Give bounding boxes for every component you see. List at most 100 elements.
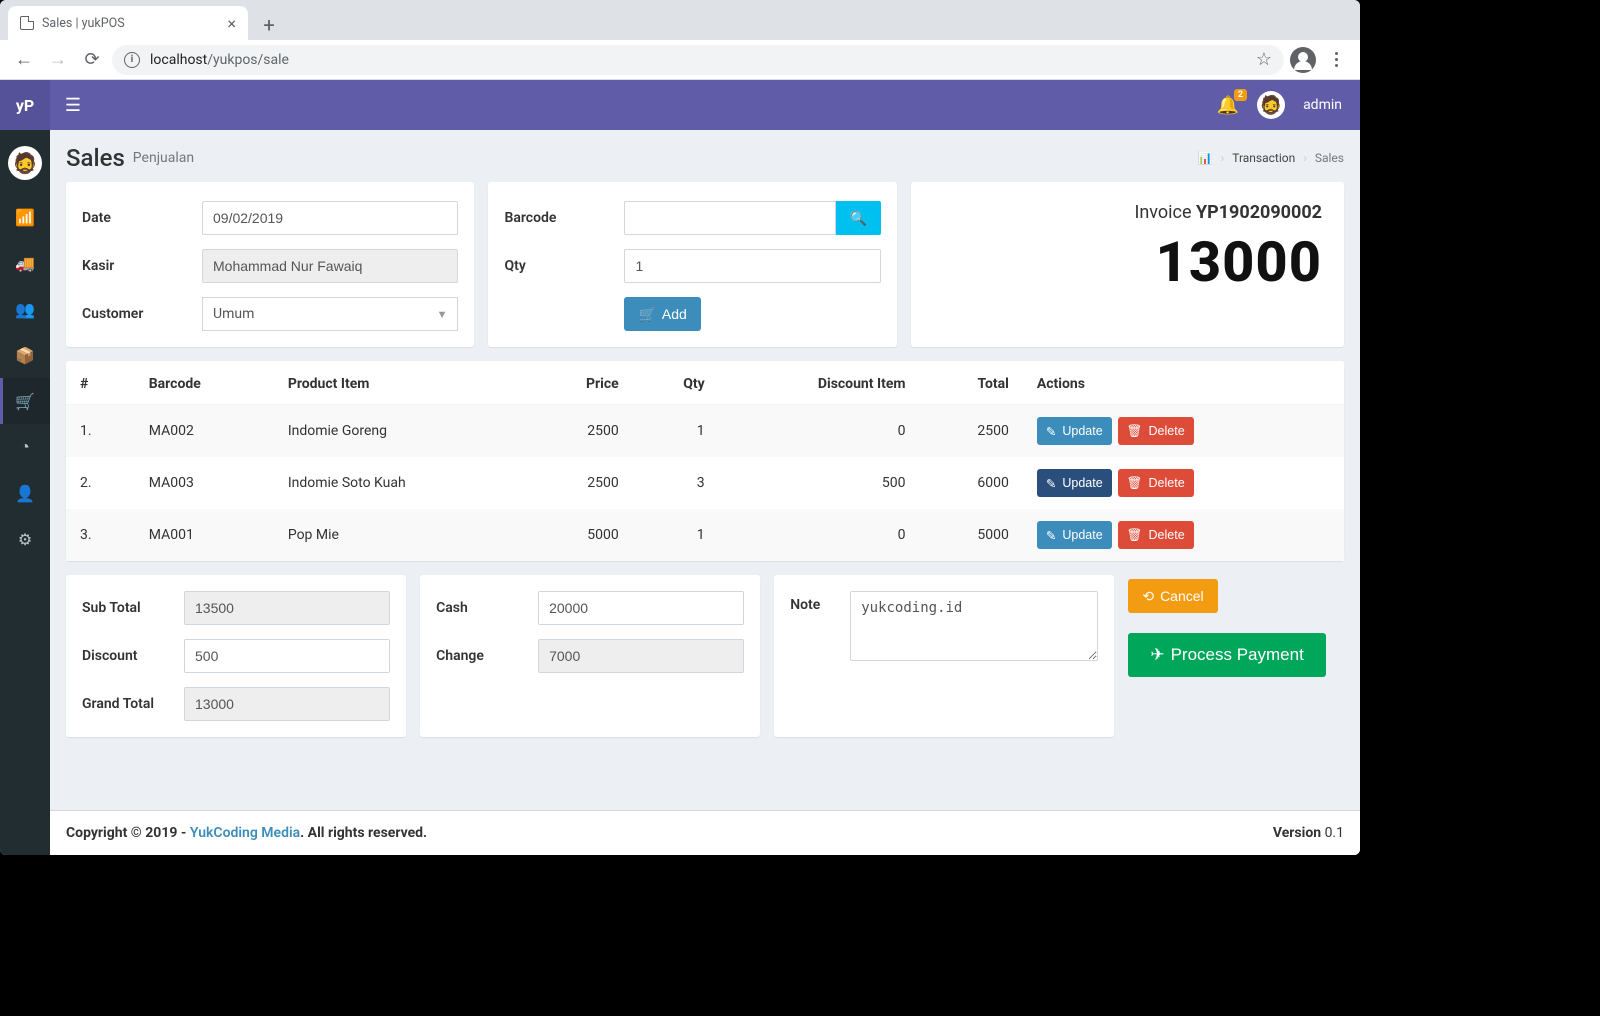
table-cell: 2. [66,457,135,509]
new-tab-button[interactable]: + [254,10,284,40]
invoice-number: YP1902090002 [1196,202,1322,223]
update-button[interactable]: ✎ Update [1037,417,1112,445]
dashboard-icon[interactable]: 📊 [1198,151,1213,165]
process-button-label: Process Payment [1171,645,1304,665]
browser-toolbar: ← → ⟳ i localhost/yukpos/sale ☆ [0,40,1360,80]
table-header: Discount Item [719,364,920,405]
add-item-button[interactable]: 🛒 Add [624,297,700,331]
table-header: Product Item [274,364,527,405]
change-input [538,639,744,673]
page-title: Sales [66,144,125,172]
table-cell: Indomie Soto Kuah [274,457,527,509]
footer-brand-link[interactable]: YukCoding Media [190,825,300,841]
search-icon: 🔍 [850,210,867,227]
forward-button[interactable]: → [44,46,72,74]
process-payment-button[interactable]: ✈ Process Payment [1128,633,1325,677]
user-name[interactable]: admin [1303,97,1342,113]
note-textarea[interactable]: yukcoding.id [850,591,1098,661]
site-info-icon[interactable]: i [124,52,140,68]
bookmark-star-icon[interactable]: ☆ [1256,49,1272,70]
browser-tab[interactable]: Sales | yukPOS × [8,6,248,40]
barcode-search-button[interactable]: 🔍 [836,201,881,235]
date-input[interactable] [202,201,458,235]
pencil-icon: ✎ [1046,424,1056,439]
table-header: Actions [1023,364,1344,405]
cancel-button[interactable]: ⟲ Cancel [1128,579,1217,613]
subtotal-input [184,591,390,625]
notifications-count: 2 [1234,89,1247,101]
sidebar-product-icon[interactable]: 📦 [0,332,50,378]
trash-icon: 🗑 [1127,528,1143,543]
footer-version-label: Version [1273,825,1325,841]
sidebar-supplier-icon[interactable]: 🚚 [0,240,50,286]
cancel-button-label: Cancel [1160,588,1204,604]
app-logo[interactable]: yP [0,80,50,130]
user-avatar[interactable]: 🧔 [1257,91,1285,119]
table-cell: 5000 [920,509,1023,561]
delete-button[interactable]: 🗑 Delete [1118,469,1194,497]
sidebar-avatar[interactable]: 🧔 [8,146,42,180]
pencil-icon: ✎ [1046,476,1056,491]
browser-tabstrip: Sales | yukPOS × + [0,0,1360,40]
app-topbar: yP ☰ 🔔2 🧔 admin [0,80,1360,130]
cash-input[interactable] [538,591,744,625]
chevron-down-icon: ▼ [437,308,448,321]
trash-icon: 🗑 [1127,476,1143,491]
subtotal-label: Sub Total [82,600,174,616]
table-header: Price [527,364,632,405]
table-cell: 5000 [527,509,632,561]
table-cell: MA002 [135,405,274,458]
table-cell: 3. [66,509,135,561]
table-row: 2.MA003Indomie Soto Kuah250035006000✎ Up… [66,457,1344,509]
date-label: Date [82,210,192,226]
sidebar-settings-icon[interactable]: ⚙ [0,516,50,562]
sidebar-toggle-button[interactable]: ☰ [50,80,96,130]
table-cell: 2500 [920,405,1023,458]
tab-close-icon[interactable]: × [227,14,236,33]
cash-label: Cash [436,600,528,616]
table-cell: 0 [719,405,920,458]
update-button[interactable]: ✎ Update [1037,521,1112,549]
address-bar[interactable]: i localhost/yukpos/sale ☆ [112,45,1284,75]
discount-input[interactable] [184,639,390,673]
sidebar-dashboard-icon[interactable]: 📶 [0,194,50,240]
notifications-button[interactable]: 🔔2 [1217,95,1239,116]
actions-cell: ✎ Update🗑 Delete [1023,405,1344,458]
sidebar: 🧔 📶 🚚 👥 📦 🛒 ◔ 👤 ⚙ [0,130,50,855]
invoice-total: 13000 [933,229,1322,295]
sidebar-sales-icon[interactable]: 🛒 [0,378,50,424]
barcode-input[interactable] [624,201,835,235]
qty-label: Qty [504,258,614,274]
reload-button[interactable]: ⟳ [78,46,106,74]
barcode-label: Barcode [504,210,614,226]
change-label: Change [436,648,528,664]
table-cell: Pop Mie [274,509,527,561]
update-button[interactable]: ✎ Update [1037,469,1112,497]
sidebar-user-icon[interactable]: 👤 [0,470,50,516]
table-header: Qty [633,364,719,405]
browser-profile-icon[interactable] [1290,47,1316,73]
sidebar-report-icon[interactable]: ◔ [0,424,50,470]
browser-menu-button[interactable] [1322,46,1350,74]
grandtotal-input [184,687,390,721]
table-cell: 6000 [920,457,1023,509]
discount-label: Discount [82,648,174,664]
sidebar-customer-icon[interactable]: 👥 [0,286,50,332]
refresh-icon: ⟲ [1142,588,1154,605]
trash-icon: 🗑 [1127,424,1143,439]
actions-cell: ✎ Update🗑 Delete [1023,509,1344,561]
customer-select[interactable]: Umum ▼ [202,297,458,331]
table-row: 1.MA002Indomie Goreng2500102500✎ Update🗑… [66,405,1344,458]
table-cell: 500 [719,457,920,509]
breadcrumb: 📊 › Transaction › Sales [1198,151,1344,165]
table-cell: 0 [719,509,920,561]
footer-version: 0.1 [1325,825,1344,841]
delete-button[interactable]: 🗑 Delete [1118,521,1194,549]
qty-input[interactable] [624,249,880,283]
back-button[interactable]: ← [10,46,38,74]
pencil-icon: ✎ [1046,528,1056,543]
table-row: 3.MA001Pop Mie5000105000✎ Update🗑 Delete [66,509,1344,561]
breadcrumb-root[interactable]: Transaction [1232,151,1295,165]
delete-button[interactable]: 🗑 Delete [1118,417,1194,445]
footer-copyright: Copyright © 2019 - [66,825,190,841]
